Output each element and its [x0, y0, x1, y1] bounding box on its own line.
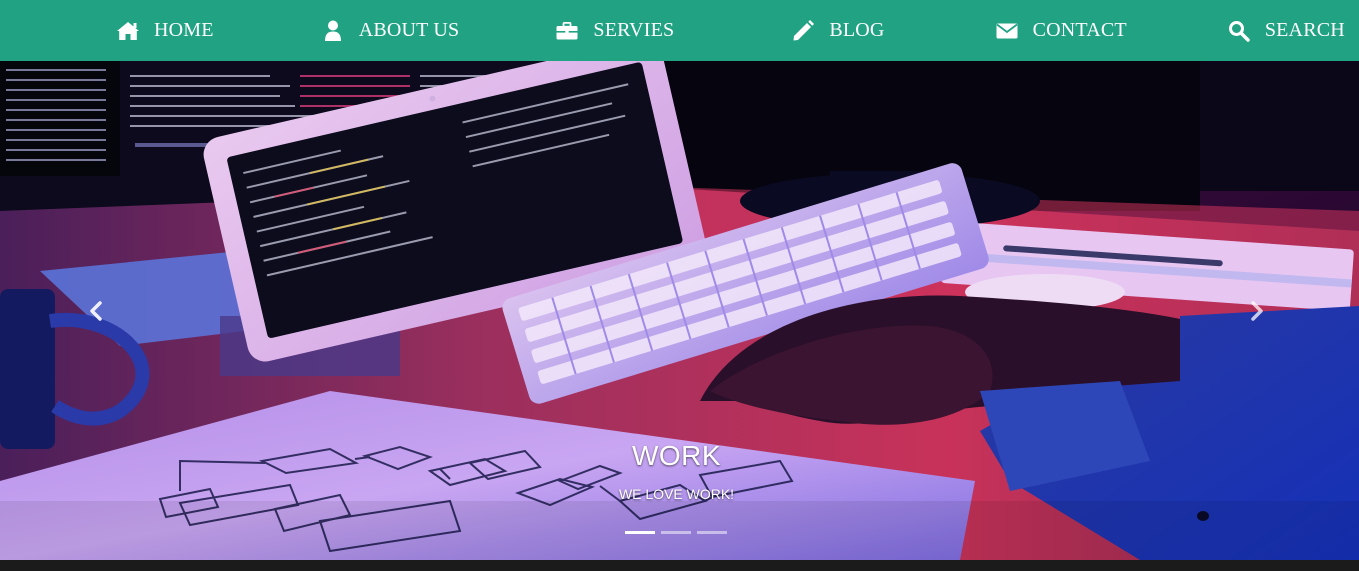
search-icon	[1227, 19, 1251, 43]
envelope-icon	[995, 19, 1019, 43]
nav-item-search[interactable]: SEARCH	[1227, 19, 1345, 43]
nav-item-label: BLOG	[829, 19, 885, 41]
carousel-prev-button[interactable]	[76, 293, 116, 333]
nav-item-blog[interactable]: BLOG	[791, 19, 884, 43]
nav-item-home[interactable]: HOME	[116, 19, 214, 43]
carousel-indicator[interactable]	[625, 531, 655, 534]
nav-item-label: SEARCH	[1264, 19, 1345, 41]
home-icon	[116, 19, 140, 43]
chevron-left-icon	[89, 300, 103, 326]
carousel-indicators	[625, 531, 727, 534]
hero-carousel: WORK WE LOVE WORK!	[0, 61, 1359, 560]
carousel-next-button[interactable]	[1237, 293, 1277, 333]
chevron-right-icon	[1250, 300, 1264, 326]
carousel-indicator[interactable]	[697, 531, 727, 534]
carousel-caption-subtitle: WE LOVE WORK!	[618, 486, 735, 502]
nav-item-label: HOME	[154, 19, 214, 41]
user-icon	[321, 19, 345, 43]
nav-item-about-us[interactable]: ABOUT US	[321, 19, 460, 43]
page-bottom-strip	[0, 560, 1359, 571]
nav-item-label: ABOUT US	[358, 19, 460, 41]
nav-item-label: CONTACT	[1032, 19, 1127, 41]
carousel-indicator[interactable]	[661, 531, 691, 534]
nav-item-label: SERVIES	[593, 19, 675, 41]
main-navbar: HOME ABOUT US SERVIES BLOG CONTACT SEARC…	[0, 0, 1359, 61]
pencil-icon	[791, 19, 815, 43]
carousel-caption-title: WORK	[631, 440, 722, 471]
nav-item-contact[interactable]: CONTACT	[995, 19, 1127, 43]
nav-item-servies[interactable]: SERVIES	[555, 19, 674, 43]
briefcase-icon	[555, 19, 579, 43]
